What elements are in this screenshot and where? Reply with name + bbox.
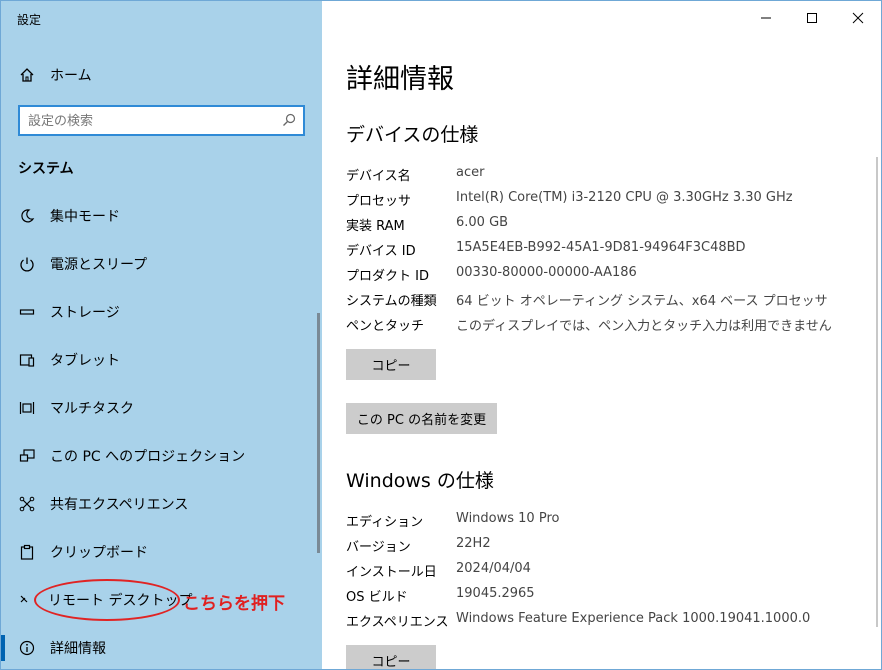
device-specs-title: デバイスの仕様 [346,124,479,146]
sidebar-item-label: タブレット [50,353,120,369]
home-icon [18,66,36,84]
spec-key: プロダクト ID [346,269,429,284]
spec-row: エクスペリエンス Windows Feature Experience Pack… [346,611,866,631]
spec-value[interactable]: Intel(R) Core(TM) i3-2120 CPU @ 3.30GHz … [456,190,793,205]
sidebar-item-label: 集中モード [50,209,120,225]
spec-key: バージョン [346,540,411,555]
sidebar-item-tablet[interactable]: タブレット [1,340,322,380]
spec-value[interactable]: 22H2 [456,536,491,551]
settings-window: 設定 ホーム システム 集中モード 電源とスリープ [0,0,882,670]
spec-key: 実装 RAM [346,219,405,234]
share-icon [18,495,36,513]
sidebar-item-label: 詳細情報 [50,641,106,657]
sidebar-item-clipboard[interactable]: クリップボード [1,532,322,572]
sidebar-item-label: ストレージ [50,305,120,321]
sidebar-item-focus-assist[interactable]: 集中モード [1,196,322,236]
spec-key: プロセッサ [346,194,412,209]
rename-pc-button[interactable]: この PC の名前を変更 [346,403,497,434]
info-icon [18,639,36,657]
spec-value[interactable]: 00330-80000-00000-AA186 [456,265,637,280]
spec-value[interactable]: 6.00 GB [456,215,508,230]
sidebar-item-power-sleep[interactable]: 電源とスリープ [1,244,322,284]
annotation-text: こちらを押下 [183,594,285,614]
search-box[interactable] [18,105,305,136]
multitask-icon [18,399,36,417]
app-title: 設定 [17,13,42,27]
spec-key: インストール日 [346,565,437,580]
spec-row: OS ビルド 19045.2965 [346,586,866,606]
spec-key: エディション [346,515,424,530]
sidebar-item-home[interactable]: ホーム [1,59,322,91]
copy-windows-specs-button[interactable]: コピー [346,645,436,669]
spec-value[interactable]: 19045.2965 [456,586,535,601]
spec-row: バージョン 22H2 [346,536,866,556]
spec-value[interactable]: 2024/04/04 [456,561,531,576]
tablet-icon [18,351,36,369]
sidebar-item-shared-experiences[interactable]: 共有エクスペリエンス [1,484,322,524]
spec-row: プロダクト ID 00330-80000-00000-AA186 [346,265,866,285]
clipboard-icon [18,543,36,561]
spec-row: インストール日 2024/04/04 [346,561,866,581]
moon-icon [18,207,36,225]
spec-key: エクスペリエンス [346,615,449,630]
sidebar-item-label: ホーム [50,68,92,84]
sidebar-item-label: マルチタスク [50,401,134,417]
spec-row: 実装 RAM 6.00 GB [346,215,866,235]
spec-row: デバイス ID 15A5E4EB-B992-45A1-9D81-94964F3C… [346,240,866,260]
spec-row: システムの種類 64 ビット オペレーティング システム、x64 ベース プロセ… [346,290,866,310]
sidebar: 設定 ホーム システム 集中モード 電源とスリープ [1,1,322,669]
spec-key: システムの種類 [346,294,437,309]
windows-specs-title: Windows の仕様 [346,470,494,492]
main-content: 詳細情報 デバイスの仕様 デバイス名 acer プロセッサ Intel(R) C… [322,1,881,669]
sidebar-item-multitasking[interactable]: マルチタスク [1,388,322,428]
spec-key: OS ビルド [346,590,408,605]
main-scrollbar[interactable] [876,157,878,627]
sidebar-item-storage[interactable]: ストレージ [1,292,322,332]
sidebar-item-label: クリップボード [50,545,148,561]
spec-row: ペンとタッチ このディスプレイでは、ペン入力とタッチ入力は利用できません [346,315,866,335]
spec-value[interactable]: 64 ビット オペレーティング システム、x64 ベース プロセッサ [456,290,828,309]
spec-value[interactable]: 15A5E4EB-B992-45A1-9D81-94964F3C48BD [456,240,746,255]
spec-key: デバイス名 [346,169,411,184]
spec-value[interactable]: acer [456,165,484,180]
spec-row: プロセッサ Intel(R) Core(TM) i3-2120 CPU @ 3.… [346,190,866,210]
spec-value[interactable]: このディスプレイでは、ペン入力とタッチ入力は利用できません [456,315,832,334]
spec-key: デバイス ID [346,244,416,259]
spec-row: エディション Windows 10 Pro [346,511,866,531]
storage-icon [18,303,36,321]
search-icon[interactable] [281,112,297,128]
spec-key: ペンとタッチ [346,319,425,334]
section-heading-system: システム [18,161,74,177]
sidebar-item-label: 電源とスリープ [50,257,148,273]
sidebar-item-label: この PC へのプロジェクション [50,449,246,465]
page-title: 詳細情報 [346,64,454,95]
annotation-ellipse [34,579,180,621]
projection-icon [18,447,36,465]
sidebar-scrollbar[interactable] [317,313,320,553]
spec-value[interactable]: Windows 10 Pro [456,511,559,526]
power-icon [18,255,36,273]
sidebar-item-projection[interactable]: この PC へのプロジェクション [1,436,322,476]
spec-value[interactable]: Windows Feature Experience Pack 1000.190… [456,611,810,626]
sidebar-item-label: 共有エクスペリエンス [50,497,189,513]
search-input[interactable] [28,111,278,131]
copy-device-specs-button[interactable]: コピー [346,349,436,380]
sidebar-item-about[interactable]: 詳細情報 [1,628,322,668]
spec-row: デバイス名 acer [346,165,866,185]
